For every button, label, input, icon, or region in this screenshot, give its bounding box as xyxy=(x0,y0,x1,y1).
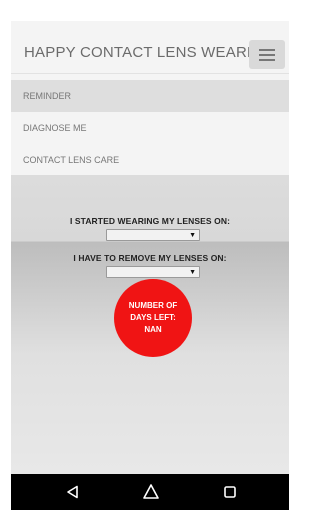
dropdown-arrow-icon: ▼ xyxy=(189,232,196,239)
dropdown-arrow-icon: ▼ xyxy=(189,269,196,276)
nav-item-contact-lens-care[interactable]: CONTACT LENS CARE xyxy=(11,144,289,176)
app-title: HAPPY CONTACT LENS WEARER xyxy=(24,44,269,61)
hamburger-menu-button[interactable] xyxy=(249,40,285,69)
nav-item-reminder[interactable]: REMINDER xyxy=(11,80,289,112)
reminder-panel: I STARTED WEARING MY LENSES ON: ▼ I HAVE… xyxy=(11,175,289,474)
system-navigation-bar xyxy=(11,474,289,510)
recents-square-icon xyxy=(224,486,236,498)
days-left-badge: NUMBER OF DAYS LEFT: NAN xyxy=(114,279,192,357)
nav-menu: REMINDER DIAGNOSE ME CONTACT LENS CARE xyxy=(11,73,289,175)
recents-button[interactable] xyxy=(218,481,242,503)
app-header: HAPPY CONTACT LENS WEARER xyxy=(11,21,289,73)
remove-date-select[interactable]: ▼ xyxy=(106,266,200,278)
home-circle-icon xyxy=(143,484,159,499)
app-screen: HAPPY CONTACT LENS WEARER REMINDER DIAGN… xyxy=(11,8,289,510)
back-triangle-icon xyxy=(67,485,78,499)
home-button[interactable] xyxy=(139,481,163,503)
back-button[interactable] xyxy=(61,481,85,503)
start-date-select[interactable]: ▼ xyxy=(106,229,200,241)
start-date-label: I STARTED WEARING MY LENSES ON: xyxy=(69,216,231,226)
days-left-text: NUMBER OF DAYS LEFT: NAN xyxy=(128,301,178,334)
remove-date-label: I HAVE TO REMOVE MY LENSES ON: xyxy=(73,253,227,263)
nav-item-diagnose-me[interactable]: DIAGNOSE ME xyxy=(11,112,289,144)
